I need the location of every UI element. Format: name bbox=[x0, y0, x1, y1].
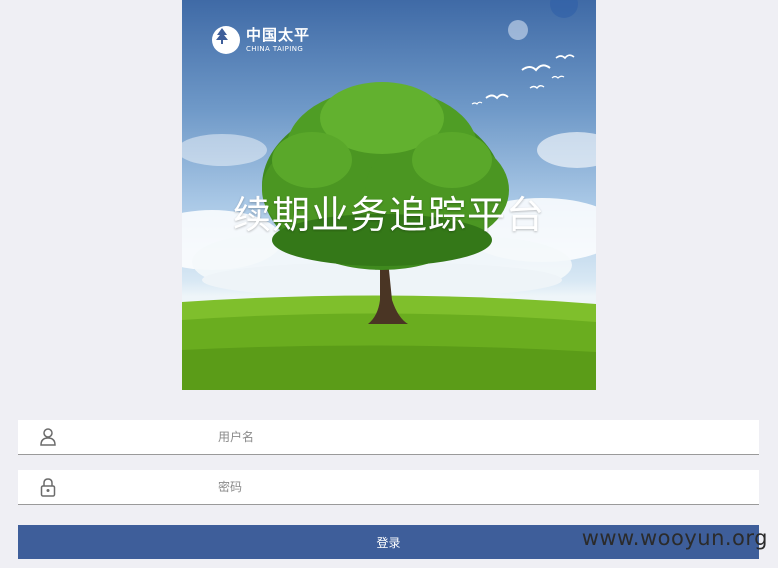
brand-name-en: CHINA TAIPING bbox=[246, 44, 304, 53]
password-field bbox=[18, 470, 759, 505]
brand-text: 中国太平 CHINA TAIPING bbox=[246, 25, 311, 53]
user-icon bbox=[38, 427, 58, 447]
platform-title: 续期业务追踪平台 bbox=[232, 193, 545, 237]
watermark: www.wooyun.org bbox=[581, 526, 768, 550]
login-page: 中国太平 CHINA TAIPING 续期业务追踪平台 登录 www.wooyu… bbox=[0, 0, 778, 568]
brand-name-cn: 中国太平 bbox=[246, 25, 311, 44]
password-input[interactable] bbox=[218, 470, 748, 504]
lock-icon bbox=[38, 477, 58, 497]
username-field bbox=[18, 420, 759, 455]
brand-logo: 中国太平 CHINA TAIPING bbox=[212, 26, 310, 54]
banner-image: 中国太平 CHINA TAIPING 续期业务追踪平台 bbox=[182, 0, 596, 390]
china-taiping-logo-icon bbox=[212, 26, 240, 54]
username-input[interactable] bbox=[218, 420, 748, 454]
